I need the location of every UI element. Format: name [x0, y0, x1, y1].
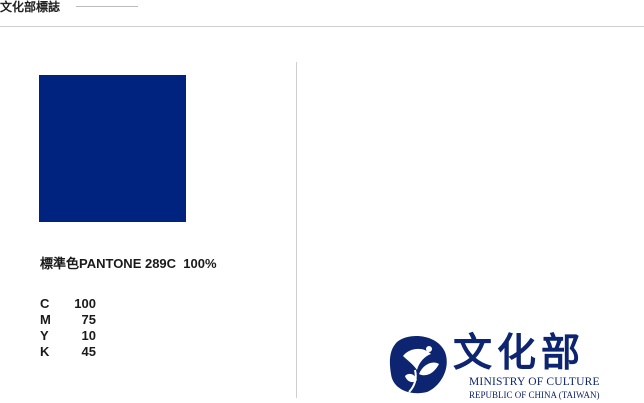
color-swatch: [39, 75, 186, 222]
cmyk-value: 100: [74, 296, 96, 311]
cmyk-value: 45: [81, 344, 96, 359]
cmyk-row-m: M 75: [40, 312, 96, 328]
title-underline-divider: [76, 6, 138, 7]
page-title: 文化部標誌: [0, 0, 61, 14]
cmyk-letter: C: [40, 296, 50, 311]
vertical-divider: [296, 62, 297, 398]
logo-chinese-name: 文化部: [453, 330, 586, 376]
morning-glory-emblem-icon: [389, 336, 447, 394]
cmyk-row-k: K 45: [40, 344, 96, 360]
logo-english-subtitle: REPUBLIC OF CHINA (TAIWAN): [469, 390, 600, 400]
header-divider: [0, 26, 644, 27]
cmyk-row-c: C 100: [40, 296, 96, 312]
cmyk-value: 75: [81, 312, 96, 327]
cmyk-values: C 100 M 75 Y 10 K 45: [40, 296, 96, 360]
cmyk-row-y: Y 10: [40, 328, 96, 344]
pantone-label: 標準色PANTONE 289C 100%: [40, 256, 217, 271]
cmyk-letter: Y: [40, 328, 49, 343]
cmyk-value: 10: [81, 328, 96, 343]
cmyk-letter: M: [40, 312, 51, 327]
ministry-logo: 文化部 MINISTRY OF CULTURE REPUBLIC OF CHIN…: [389, 330, 639, 402]
logo-english-name: MINISTRY OF CULTURE: [469, 376, 600, 388]
cmyk-letter: K: [40, 344, 50, 359]
